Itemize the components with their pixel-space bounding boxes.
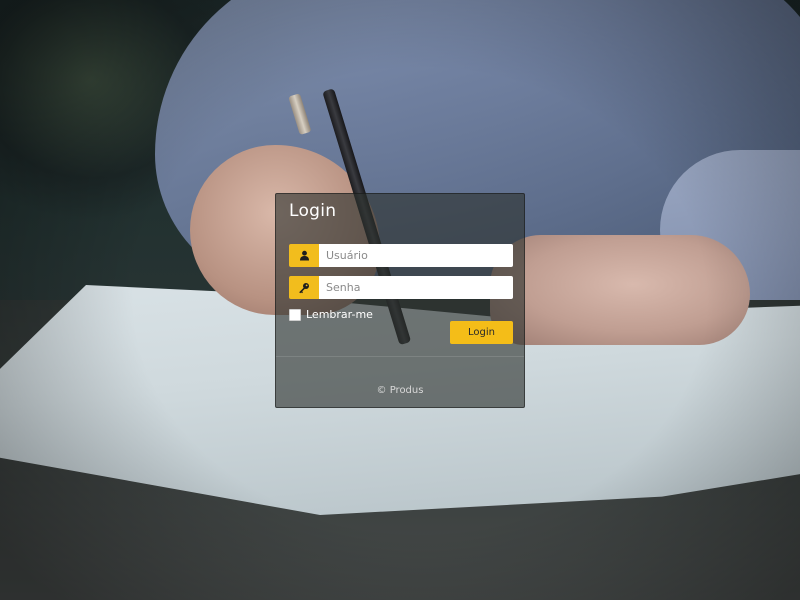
login-panel: Login Lembrar-me Login © Produs — [275, 193, 525, 408]
remember-me[interactable]: Lembrar-me — [289, 308, 373, 321]
password-input[interactable] — [319, 276, 513, 299]
login-button[interactable]: Login — [450, 321, 513, 344]
panel-divider — [276, 356, 524, 357]
password-field — [289, 276, 513, 299]
remember-label: Lembrar-me — [306, 308, 373, 321]
footer-copyright: © Produs — [376, 385, 424, 396]
key-icon — [289, 276, 319, 299]
login-title: Login — [289, 201, 337, 221]
username-field — [289, 244, 513, 267]
user-icon — [289, 244, 319, 267]
username-input[interactable] — [319, 244, 513, 267]
remember-checkbox[interactable] — [289, 308, 301, 321]
